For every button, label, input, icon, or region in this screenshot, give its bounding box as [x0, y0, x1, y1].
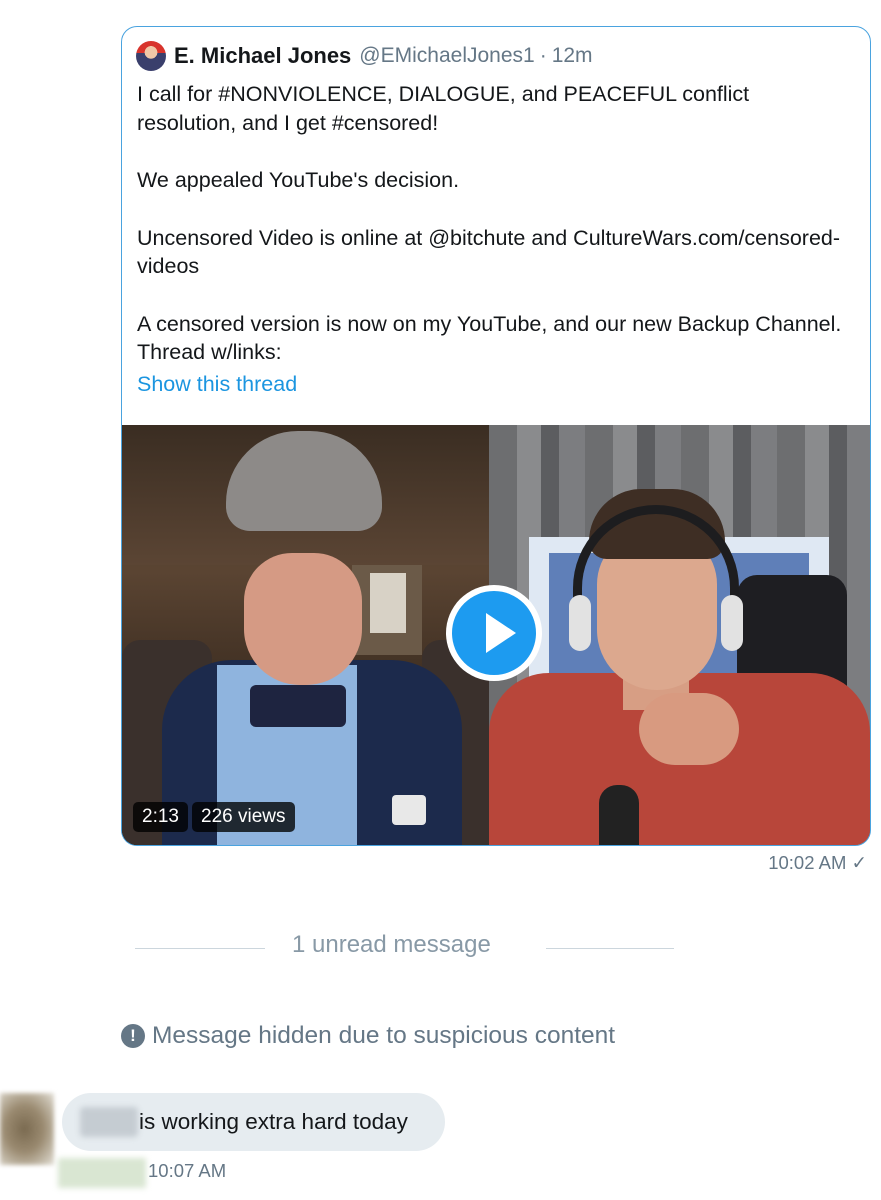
unread-message-divider: 1 unread message: [292, 931, 491, 958]
video-views-badge: 226 views: [192, 802, 295, 832]
tweet-paragraph: We appealed YouTube's decision.: [137, 168, 460, 192]
tweet-paragraph: A censored version is now on my YouTube,…: [137, 311, 842, 365]
play-button[interactable]: [446, 585, 542, 681]
hidden-message-notice[interactable]: ! Message hidden due to suspicious conte…: [121, 1022, 615, 1050]
tweet-header: E. Michael Jones @EMichaelJones1 · 12m: [136, 39, 593, 73]
tweet-paragraph: Uncensored Video is online at @bitchute …: [137, 225, 841, 279]
author-handle: @EMichaelJones1: [359, 44, 535, 67]
received-message-text: is working extra hard today: [139, 1109, 408, 1134]
tweet-time-ago[interactable]: 12m: [552, 44, 593, 68]
author-avatar[interactable]: [136, 41, 166, 71]
video-duration-badge: 2:13: [133, 802, 188, 832]
sender-avatar[interactable]: [0, 1093, 54, 1165]
redacted-name: [80, 1107, 138, 1137]
divider-line-left: [135, 948, 265, 949]
sent-message-timestamp: 10:02 AM ✓: [768, 852, 867, 873]
tweet-card[interactable]: E. Michael Jones @EMichaelJones1 · 12m I…: [121, 26, 871, 846]
divider-line-right: [546, 948, 674, 949]
hidden-message-text: Message hidden due to suspicious content: [152, 1022, 616, 1049]
redacted-sender-name: [58, 1158, 146, 1188]
play-icon: [452, 591, 536, 675]
tweet-text: I call for #NONVIOLENCE, DIALOGUE, and P…: [137, 80, 847, 396]
show-thread-link[interactable]: Show this thread: [137, 372, 297, 397]
received-message-timestamp: 10:07 AM: [148, 1160, 227, 1181]
video-frame-right: [489, 425, 870, 845]
video-frame-left: [122, 425, 489, 845]
video-thumbnail[interactable]: 2:13 226 views: [122, 425, 870, 845]
header-separator: ·: [539, 44, 547, 67]
tweet-paragraph: I call for #NONVIOLENCE, DIALOGUE, and P…: [137, 82, 750, 135]
author-name[interactable]: E. Michael Jones: [174, 43, 351, 69]
received-message-bubble[interactable]: is working extra hard today: [62, 1093, 445, 1151]
exclamation-circle-icon: !: [121, 1024, 145, 1048]
